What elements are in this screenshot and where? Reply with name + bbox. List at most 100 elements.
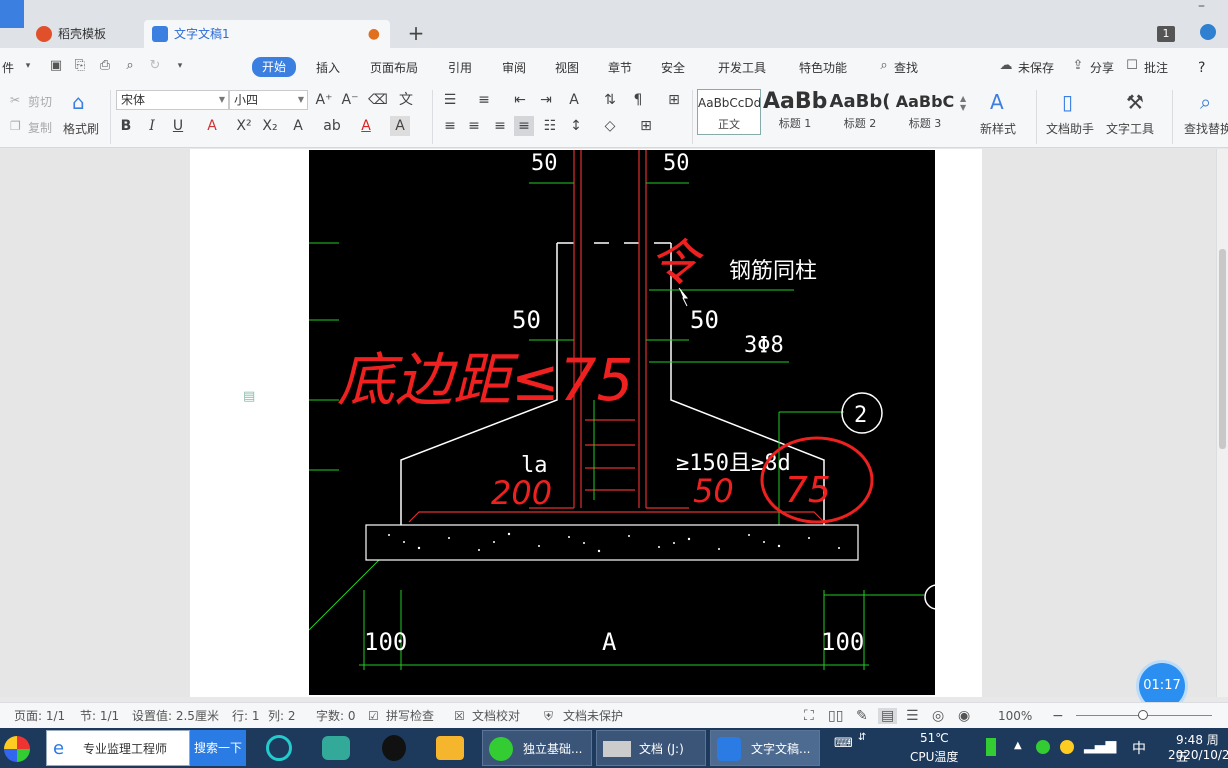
read-mode-icon[interactable]: ▯▯	[828, 708, 843, 724]
taskbar-app-foundation[interactable]: 独立基础...	[482, 730, 592, 766]
format-painter-icon[interactable]: ⌂	[72, 90, 85, 114]
distribute-icon[interactable]: ☷	[540, 116, 560, 136]
proof-button[interactable]: 文档校对	[472, 708, 520, 724]
clear-format-icon[interactable]: ⌫	[368, 90, 388, 110]
paragraph-marker-icon[interactable]: ▤	[243, 389, 255, 404]
status-words[interactable]: 字数: 0	[316, 708, 356, 724]
vertical-scrollbar[interactable]	[1216, 149, 1228, 697]
unsaved-status[interactable]: 未保存	[1018, 59, 1054, 77]
shading-icon[interactable]: ◇	[600, 116, 620, 136]
phonetic-icon[interactable]: 文	[396, 90, 416, 110]
comment-button[interactable]: 批注	[1144, 59, 1168, 77]
menu-developer[interactable]: 开发工具	[718, 59, 766, 77]
numbered-list-icon[interactable]: ≡	[474, 90, 494, 110]
minimize-icon[interactable]: –	[1198, 0, 1212, 13]
char-shading-icon[interactable]: A	[390, 116, 410, 136]
print-icon[interactable]: ⎙	[97, 58, 113, 74]
style-normal[interactable]: AaBbCcDd 正文	[697, 89, 761, 135]
border-icon[interactable]: ⊞	[664, 90, 684, 110]
italic-icon[interactable]: I	[142, 116, 162, 136]
zoom-slider-thumb[interactable]	[1138, 710, 1148, 720]
wrench-icon[interactable]: ⚒	[1126, 90, 1144, 114]
menu-insert[interactable]: 插入	[316, 59, 340, 77]
protect-status[interactable]: 文档未保护	[563, 708, 623, 724]
align-left-icon[interactable]: ≡	[440, 116, 460, 136]
search-icon[interactable]: ⌕	[876, 58, 892, 74]
underline-icon[interactable]: U	[168, 116, 188, 136]
decrease-indent-icon[interactable]: ⇤	[510, 90, 530, 110]
battery-icon[interactable]	[986, 738, 996, 756]
superscript-icon[interactable]: X²	[234, 116, 254, 136]
search-button[interactable]: 搜索一下	[190, 730, 246, 766]
keyboard-icon[interactable]: ⌨	[834, 736, 853, 751]
tab-home[interactable]	[0, 0, 24, 28]
ime-lang-icon[interactable]: 中	[1132, 738, 1146, 758]
paragraph-icon[interactable]: ¶	[628, 90, 648, 110]
shrink-font-icon[interactable]: A⁻	[340, 90, 360, 110]
menu-security[interactable]: 安全	[661, 59, 685, 77]
table-border-icon[interactable]: ⊞	[636, 116, 656, 136]
format-painter-button[interactable]: 格式刷	[63, 120, 99, 137]
app-cloud-icon[interactable]	[318, 730, 350, 766]
shield-icon[interactable]: ⛨	[544, 708, 553, 724]
menu-review[interactable]: 审阅	[502, 59, 526, 77]
chevron-down-icon[interactable]: ▾	[20, 58, 36, 74]
print-preview-icon[interactable]: ⌕	[122, 58, 138, 74]
tab-document[interactable]: 文字文稿1 ●	[144, 20, 390, 48]
line-spacing-icon[interactable]: ↕	[566, 116, 586, 136]
doc-assistant-icon[interactable]: ▯	[1062, 90, 1073, 114]
menu-page-layout[interactable]: 页面布局	[370, 59, 418, 77]
subscript-icon[interactable]: X₂	[260, 116, 280, 136]
share-button[interactable]: 分享	[1090, 59, 1114, 77]
status-page[interactable]: 页面: 1/1	[14, 708, 65, 724]
copy-button[interactable]: 复制	[28, 119, 52, 136]
text-effect-icon[interactable]: A	[288, 116, 308, 136]
save-icon[interactable]: ▣	[48, 58, 64, 74]
tray-app-icon[interactable]	[1036, 740, 1050, 754]
tab-daoke-templates[interactable]: 稻壳模板	[28, 20, 140, 48]
page-view-icon[interactable]: ▤	[878, 708, 898, 724]
style-heading-1[interactable]: AaBb 标题 1	[763, 89, 827, 135]
window-count-badge[interactable]: 1	[1157, 26, 1175, 42]
tray-expand-icon[interactable]: ▲	[1014, 740, 1022, 751]
grow-font-icon[interactable]: A⁺	[314, 90, 334, 110]
cut-icon[interactable]: ✂	[10, 93, 20, 107]
highlight-icon[interactable]: ab	[322, 116, 342, 136]
align-center-icon[interactable]: ≡	[464, 116, 484, 136]
increase-indent-icon[interactable]: ⇥	[536, 90, 556, 110]
bullet-list-icon[interactable]: ☰	[440, 90, 460, 110]
volume-icon[interactable]: 🔈︎	[1110, 738, 1118, 754]
text-direction-icon[interactable]: A	[564, 90, 584, 110]
edit-mode-icon[interactable]: ✎	[856, 708, 868, 724]
fullscreen-icon[interactable]: ⛶	[804, 708, 814, 724]
style-heading-3[interactable]: AaBbC 标题 3	[893, 89, 957, 135]
menu-chapter[interactable]: 章节	[608, 59, 632, 77]
taskbar-app-writer[interactable]: 文字文稿...	[710, 730, 820, 766]
new-style-icon[interactable]: A	[990, 90, 1004, 114]
export-icon[interactable]: ⎘	[72, 58, 88, 74]
sort-icon[interactable]: ⇅	[600, 90, 620, 110]
eye-care-icon[interactable]: ◉	[958, 708, 970, 724]
scroll-thumb[interactable]	[1219, 249, 1226, 449]
zoom-level[interactable]: 100%	[998, 708, 1032, 724]
new-style-button[interactable]: 新样式	[980, 120, 1016, 137]
spell-check-icon[interactable]: ☑	[368, 708, 379, 724]
doc-assistant-button[interactable]: 文档助手	[1046, 120, 1094, 137]
app-360-icon[interactable]	[262, 730, 294, 766]
menu-special[interactable]: 特色功能	[799, 59, 847, 77]
cut-button[interactable]: 剪切	[28, 93, 52, 110]
outline-view-icon[interactable]: ☰	[906, 708, 919, 724]
menu-file[interactable]: 件	[2, 59, 14, 77]
app-folder-icon[interactable]	[432, 730, 464, 766]
web-view-icon[interactable]: ◎	[932, 708, 944, 724]
account-icon[interactable]	[1200, 24, 1216, 40]
menu-references[interactable]: 引用	[448, 59, 472, 77]
font-color-icon[interactable]: A	[356, 116, 376, 136]
clock-date[interactable]: 2020/10/2	[1168, 748, 1228, 762]
cad-drawing-image[interactable]: 50 50 50 50 钢筋同柱 3Φ8 la ≥150且≥8d 2 100 1…	[308, 150, 950, 695]
redo-icon[interactable]: ↻	[147, 58, 163, 74]
strikethrough-icon[interactable]: A	[202, 116, 222, 136]
text-tools-button[interactable]: 文字工具	[1106, 120, 1154, 137]
customize-icon[interactable]: ▾	[172, 58, 188, 74]
font-size-select[interactable]: 小四 ▼	[229, 90, 308, 110]
